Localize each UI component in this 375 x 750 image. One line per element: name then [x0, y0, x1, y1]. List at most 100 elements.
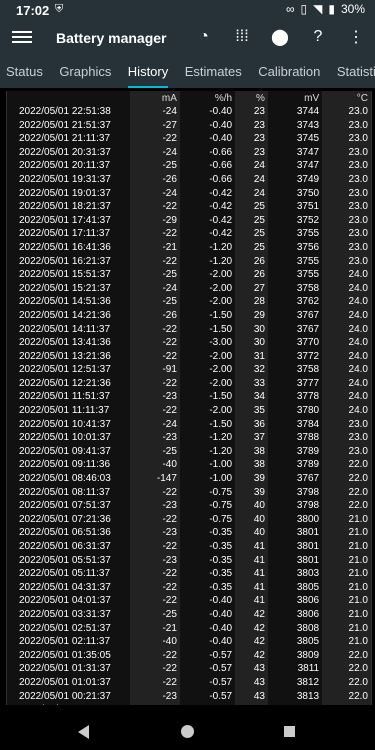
- cell-date: 2022/05/01 21:51:37: [19, 119, 111, 131]
- cell-ma: -25: [130, 159, 180, 173]
- cell-date: 2022/05/01 22:51:38: [19, 106, 111, 117]
- cell-temp: 23.0: [322, 105, 371, 119]
- cell-rate: -0.35: [209, 541, 233, 552]
- cell-mv: 3755: [296, 228, 320, 240]
- hamburger-menu-icon[interactable]: [12, 28, 32, 44]
- table-header: mA %/h % mV °C: [7, 91, 371, 105]
- cell-percent: 39: [235, 472, 268, 486]
- cell-percent: 43: [235, 703, 268, 705]
- cell-date: 2022/05/01 12:21:36: [19, 377, 111, 389]
- cell-rate: -0.57: [209, 663, 233, 675]
- table-row: 2022/05/01 05:51:37 -23 -0.35 41 3801 21.0: [7, 553, 371, 568]
- cell-ma: -22: [130, 567, 180, 581]
- cell-mv: 3806: [296, 608, 320, 620]
- cell-mv: 3814: [268, 703, 322, 705]
- recents-icon[interactable]: [284, 726, 295, 737]
- cell-date: 2022/05/01 19:01:37: [19, 187, 111, 199]
- cell-date: 2022/05/01 20:11:37: [19, 160, 111, 172]
- cell-ma: -21: [130, 240, 180, 255]
- cell-percent: 27: [235, 281, 268, 296]
- cell-mv: 3750: [296, 187, 320, 199]
- tab-statistics[interactable]: Statistics: [331, 56, 375, 88]
- cell-ma: -23: [130, 689, 180, 704]
- table-row: 2022/05/01 07:21:36 -22 -0.75 40 3800 21.0: [7, 512, 371, 527]
- tab-history[interactable]: History: [122, 56, 174, 88]
- cell-temp: 23.0: [322, 172, 371, 187]
- cell-rate: -0.42: [209, 201, 233, 213]
- cell-percent: 41: [235, 567, 268, 581]
- cell-rate: -0.57: [209, 649, 233, 661]
- pie-chart-icon[interactable]: ◔: [193, 26, 215, 48]
- table-row: 2022/05/01 19:31:37 -26 -0.66 24 3749 23.0: [7, 172, 371, 187]
- cell-ma: -23: [130, 431, 180, 445]
- cell-date: 2022/05/01 01:31:37: [19, 663, 111, 675]
- cell-percent: 34: [235, 390, 268, 405]
- cell-rate: -0.35: [209, 527, 233, 539]
- table-row: 2022/05/01 00:21:37 -23 -0.57 43 3813 22.0: [7, 689, 371, 704]
- cell-rate: -3.00: [209, 337, 233, 349]
- cell-temp: 21.0: [322, 567, 371, 581]
- cell-date: 2022/05/01 09:11:36: [19, 459, 111, 471]
- cell-temp: 21.0: [322, 607, 371, 622]
- tab-status[interactable]: Status: [0, 56, 49, 88]
- cell-rate: -2.00: [209, 296, 233, 308]
- table-row: 2022/05/01 01:01:37 -22 -0.57 43 3812 22.0: [7, 675, 371, 690]
- cell-temp: 23.0: [322, 431, 371, 445]
- back-icon[interactable]: [78, 725, 89, 739]
- cell-temp: 23.0: [322, 227, 371, 241]
- cell-ma: -22: [130, 675, 180, 690]
- cell-temp: 23.0: [322, 200, 371, 214]
- cell-date: 2022/05/01 01:01:37: [19, 676, 111, 688]
- cell-rate: -2.00: [209, 405, 233, 417]
- cell-percent: 41: [235, 594, 268, 608]
- table-row: 2022/05/01 08:46:03 -147 -1.00 39 3767 22.0: [7, 472, 371, 486]
- cell-mv: 3758: [296, 364, 320, 376]
- cell-temp: 23.0: [322, 186, 371, 201]
- cell-temp: 24.0: [322, 268, 371, 282]
- cell-temp: 23.0: [322, 240, 371, 255]
- cell-rate: -0.42: [209, 228, 233, 240]
- history-table-container[interactable]: mA %/h % mV °C 2022/05/01 22:51:38 -24 -0.…: [6, 91, 372, 705]
- cell-date: 2022/05/01 04:31:37: [19, 581, 111, 593]
- cell-mv: 3788: [296, 432, 320, 444]
- cell-ma: -23: [130, 499, 180, 513]
- col-header-percent: %: [235, 91, 268, 105]
- cell-date: 2022/05/01 03:31:37: [19, 608, 111, 620]
- cell-percent: 39: [235, 485, 268, 500]
- cell-mv: 3812: [296, 676, 320, 688]
- cell-ma: -23: [130, 390, 180, 405]
- cell-rate: -0.40: [209, 622, 233, 634]
- home-icon[interactable]: [181, 725, 194, 738]
- cell-percent: 23: [235, 118, 268, 133]
- table-row: 2022/05/01 05:11:37 -22 -0.35 41 3803 21.0: [7, 567, 371, 581]
- cell-ma: -24: [130, 145, 180, 160]
- cell-ma: -27: [130, 118, 180, 133]
- tab-graphics[interactable]: Graphics: [53, 56, 117, 88]
- cell-mv: 3752: [296, 214, 320, 226]
- cell-percent: 25: [235, 227, 268, 241]
- app-title: Battery manager: [56, 30, 167, 46]
- help-circle-icon[interactable]: ?: [307, 26, 329, 48]
- cell-date: 2022/05/01 15:21:37: [19, 282, 111, 294]
- cell-date: 2022/05/01 02:51:37: [19, 622, 111, 634]
- location-pin-icon[interactable]: ⬤: [269, 26, 291, 48]
- tab-calibration[interactable]: Calibration: [252, 56, 326, 88]
- cell-ma: -23: [130, 526, 180, 540]
- status-time: 17:02: [16, 3, 50, 18]
- cell-temp: 24.0: [322, 281, 371, 296]
- apps-grid-icon[interactable]: ⁞⁞⁞: [231, 26, 253, 48]
- cell-rate: -1.00: [209, 459, 233, 471]
- cell-percent: 25: [235, 200, 268, 214]
- cell-percent: 42: [235, 607, 268, 622]
- cell-percent: 40: [235, 499, 268, 513]
- tab-estimates[interactable]: Estimates: [179, 56, 248, 88]
- cell-rate: -2.00: [209, 364, 233, 376]
- cell-percent: 24: [235, 186, 268, 201]
- cell-mv: 3762: [296, 296, 320, 308]
- cell-rate: -0.57: [209, 676, 233, 688]
- cell-date: 2022/05/01 08:11:37: [19, 486, 111, 498]
- cell-date: 2022/05/01 10:01:37: [19, 432, 111, 444]
- cell-rate: -0.40: [209, 106, 233, 117]
- cell-mv: 3745: [296, 133, 320, 145]
- overflow-menu-icon[interactable]: ⋮: [345, 26, 367, 48]
